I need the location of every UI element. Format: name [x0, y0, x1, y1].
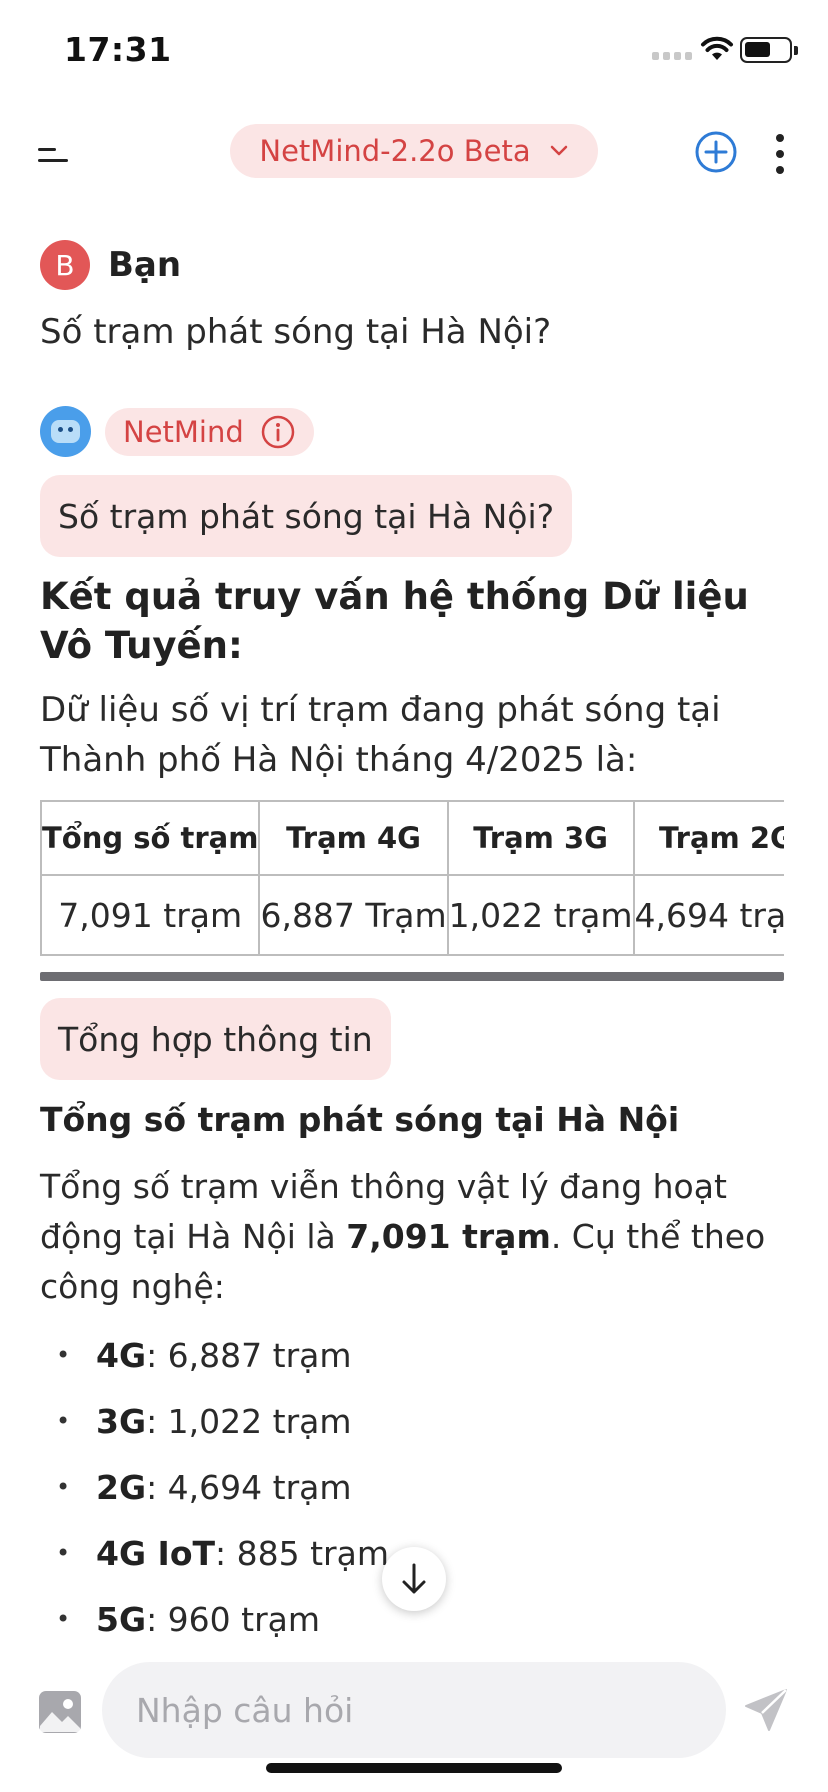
list-item: • 4G: 6,887 trạm	[56, 1335, 352, 1375]
result-description: Dữ liệu số vị trí trạm đang phát sóng tạ…	[40, 690, 721, 780]
question-input[interactable]	[102, 1662, 726, 1758]
query-chip: Số trạm phát sóng tại Hà Nội?	[40, 475, 573, 557]
result-heading: Kết quả truy vấn hệ thống Dữ liệu Vô Tuy…	[40, 575, 749, 667]
summary-total: 7,091 trạm	[346, 1217, 551, 1256]
bot-message-header: NetMind	[40, 406, 314, 457]
table-header-cell: Trạm 3G	[446, 800, 635, 876]
tech-value: : 4,694 trạm	[146, 1467, 352, 1507]
status-bar: 17:31	[0, 0, 828, 100]
table-row: 7,091 trạm 6,887 Trạm 1,022 trạm 4,694 t…	[40, 874, 784, 956]
summary-text: Tổng số trạm viễn thông vật lý đang hoạt…	[40, 1162, 788, 1312]
table-header-cell: Tổng số trạm	[40, 800, 261, 876]
model-selector-button[interactable]: NetMind-2.2o Beta	[230, 124, 598, 178]
user-name: Bạn	[108, 245, 182, 285]
top-nav: NetMind-2.2o Beta	[0, 110, 828, 192]
tech-name: 3G	[96, 1401, 147, 1441]
image-attach-icon[interactable]	[38, 1690, 82, 1734]
tech-name: 5G	[96, 1599, 147, 1639]
table-header-row: Tổng số trạm Trạm 4G Trạm 3G Trạm 2G	[40, 800, 784, 876]
tech-name: 2G	[96, 1467, 147, 1507]
bot-name: NetMind	[123, 414, 244, 449]
table-cell: 4,694 trạm	[632, 874, 784, 956]
cellular-signal-icon	[652, 52, 692, 60]
table-horizontal-scrollbar[interactable]	[40, 972, 784, 981]
chevron-down-icon	[550, 145, 567, 156]
list-item: • 2G: 4,694 trạm	[56, 1467, 352, 1507]
summary-title: Tổng số trạm phát sóng tại Hà Nội	[40, 1100, 680, 1139]
tech-value: : 6,887 trạm	[146, 1335, 352, 1375]
scroll-to-bottom-button[interactable]	[382, 1547, 446, 1611]
table-cell: 1,022 trạm	[446, 874, 635, 956]
tech-value: : 1,022 trạm	[146, 1401, 352, 1441]
station-table[interactable]: Tổng số trạm Trạm 4G Trạm 3G Trạm 2G 7,0…	[40, 800, 784, 956]
tech-value: : 885 trạm	[215, 1533, 389, 1573]
home-indicator	[266, 1763, 562, 1773]
summary-chip: Tổng hợp thông tin	[40, 998, 391, 1080]
battery-fill	[745, 42, 770, 57]
bot-name-badge: NetMind	[105, 407, 314, 456]
chat-input-bar	[0, 1650, 828, 1792]
user-message-text: Số trạm phát sóng tại Hà Nội?	[40, 312, 552, 352]
table-cell: 6,887 Trạm	[258, 874, 449, 956]
more-options-icon[interactable]	[770, 134, 790, 174]
status-time: 17:31	[64, 30, 172, 69]
user-message-header: B Bạn	[40, 240, 181, 290]
model-selector-label: NetMind-2.2o Beta	[259, 134, 531, 168]
new-chat-plus-icon[interactable]	[694, 130, 738, 174]
info-icon[interactable]	[260, 414, 296, 450]
wifi-icon	[701, 36, 733, 60]
arrow-down-icon	[402, 1563, 426, 1594]
tech-name: 4G	[96, 1335, 147, 1375]
battery-icon	[740, 37, 798, 63]
tech-value: : 960 trạm	[146, 1599, 321, 1639]
list-item: • 3G: 1,022 trạm	[56, 1401, 352, 1441]
table-header-cell: Trạm 2G	[632, 800, 784, 876]
bot-avatar	[40, 406, 91, 457]
send-icon[interactable]	[742, 1686, 790, 1734]
user-avatar: B	[40, 240, 90, 290]
menu-icon[interactable]	[38, 138, 74, 168]
table-cell: 7,091 trạm	[40, 874, 261, 956]
table-header-cell: Trạm 4G	[258, 800, 449, 876]
tech-name: 4G IoT	[96, 1533, 215, 1573]
